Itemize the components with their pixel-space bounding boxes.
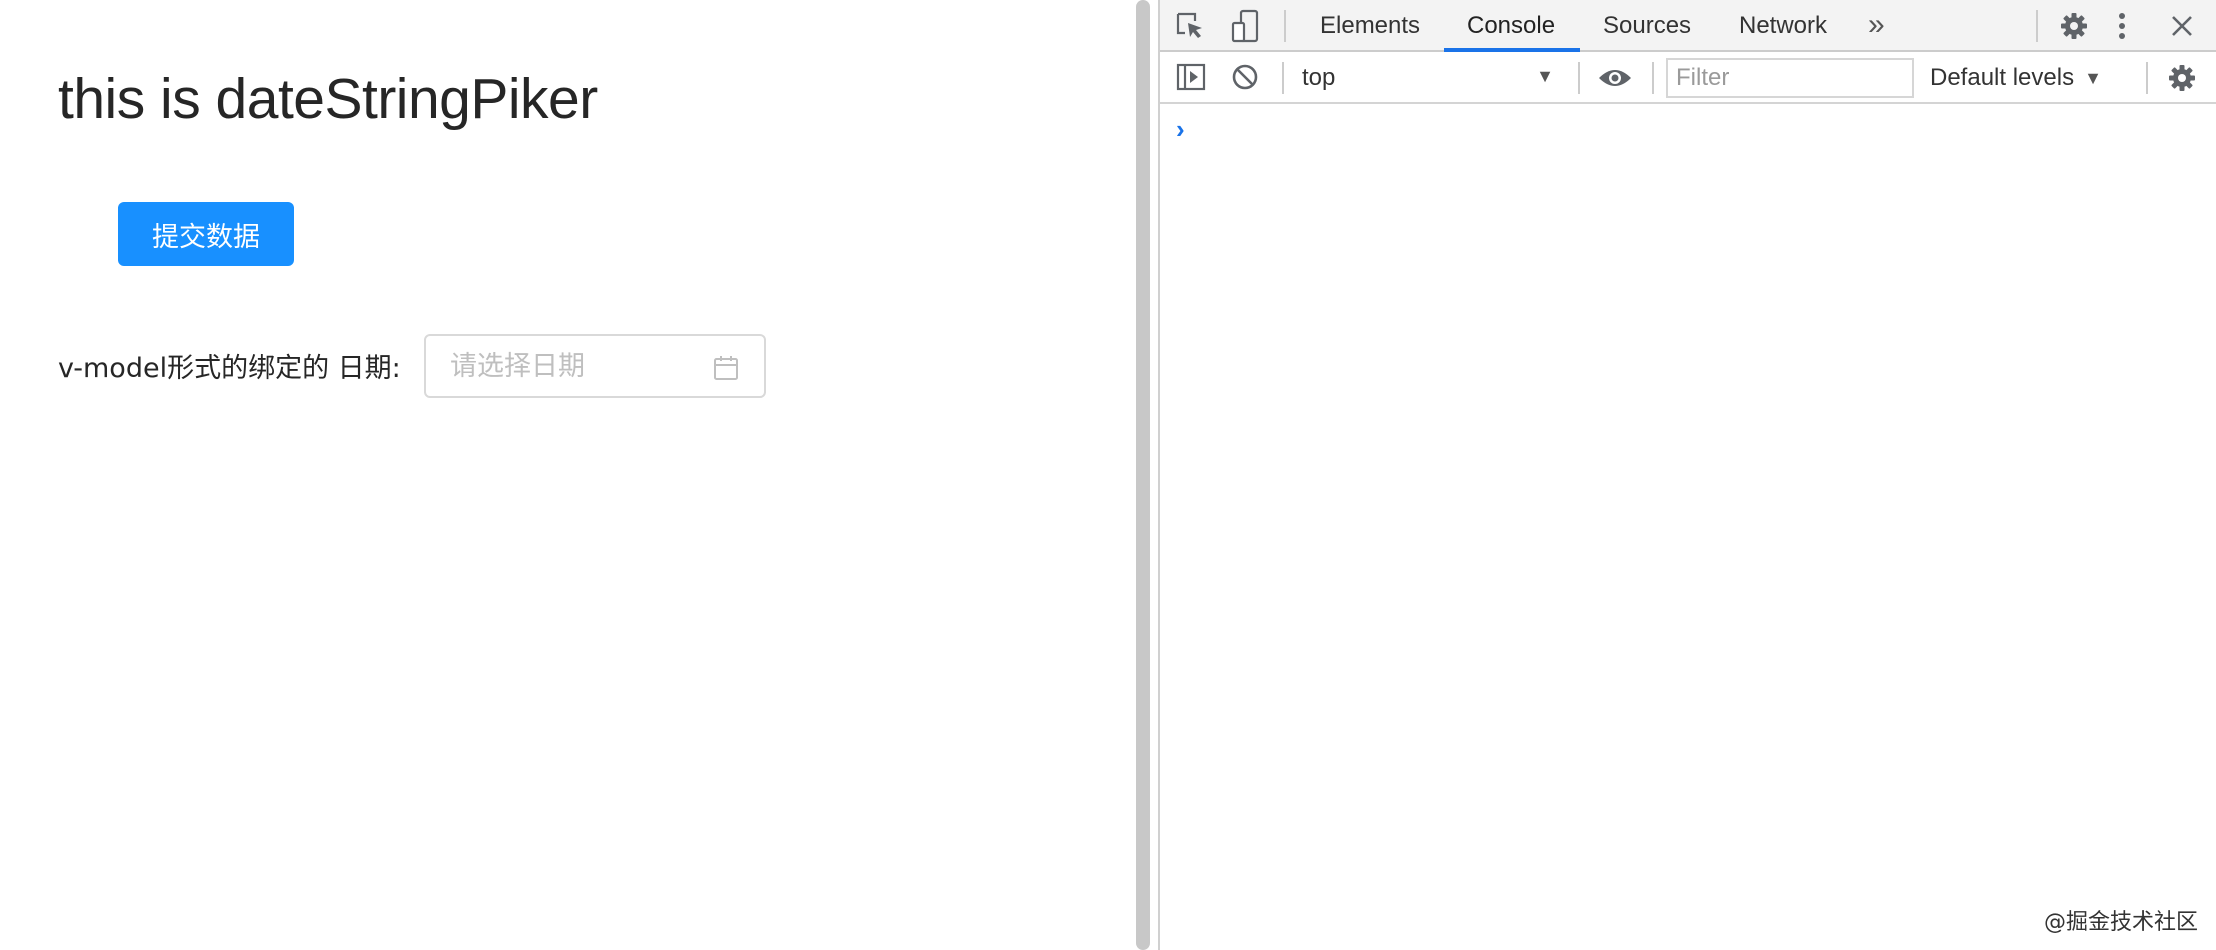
log-levels-select[interactable]: Default levels ▼ [1930, 60, 2102, 96]
close-icon[interactable] [2166, 10, 2198, 42]
dropdown-arrow-icon: ▼ [2084, 67, 2102, 88]
scrollbar-thumb[interactable] [1136, 0, 1150, 950]
console-prompt-icon[interactable]: › [1176, 114, 1185, 145]
tab-console[interactable]: Console [1467, 0, 1555, 52]
more-options-icon[interactable] [2110, 8, 2134, 44]
devtools-panel: Elements Console Sources Network » top ▼… [1160, 0, 2216, 950]
tab-sources[interactable]: Sources [1603, 0, 1691, 52]
page-title: this is dateStringPiker [58, 67, 598, 131]
date-input[interactable] [426, 336, 696, 396]
levels-value: Default levels [1930, 64, 2075, 91]
calendar-icon [714, 356, 738, 380]
dropdown-arrow-icon: ▼ [1536, 66, 1554, 86]
devtools-tabbar: Elements Console Sources Network » [1160, 0, 2216, 52]
submit-data-button[interactable]: 提交数据 [118, 202, 294, 266]
separator [1282, 62, 1284, 94]
panel-splitter[interactable] [1130, 0, 1160, 950]
more-tabs-icon[interactable]: » [1868, 8, 1885, 42]
watermark: @掘金技术社区 [2043, 910, 2198, 935]
console-settings-icon[interactable] [2164, 60, 2200, 96]
separator [1284, 10, 1286, 42]
execution-context-select[interactable]: top ▼ [1302, 60, 1562, 96]
separator [2146, 62, 2148, 94]
console-toolbar: top ▼ Default levels ▼ [1160, 52, 2216, 104]
context-value: top [1302, 64, 1336, 91]
web-page: this is dateStringPiker 提交数据 v-model形式的绑… [0, 0, 1130, 950]
separator [2036, 10, 2038, 42]
screen: this is dateStringPiker 提交数据 v-model形式的绑… [0, 0, 2216, 950]
tab-network[interactable]: Network [1739, 0, 1827, 52]
inspect-element-icon[interactable] [1174, 10, 1206, 42]
date-field-label: v-model形式的绑定的 日期: [58, 353, 401, 384]
console-output[interactable]: › [1160, 106, 2216, 950]
sidebar-toggle-icon[interactable] [1174, 60, 1208, 94]
live-expression-eye-icon[interactable] [1596, 61, 1634, 95]
clear-console-icon[interactable] [1228, 60, 1262, 94]
date-picker[interactable] [424, 334, 766, 398]
console-filter-input[interactable] [1666, 58, 1914, 98]
settings-icon[interactable] [2056, 8, 2092, 44]
separator [1652, 62, 1654, 94]
separator [1578, 62, 1580, 94]
tab-elements[interactable]: Elements [1320, 0, 1420, 52]
device-toolbar-icon[interactable] [1230, 8, 1262, 44]
